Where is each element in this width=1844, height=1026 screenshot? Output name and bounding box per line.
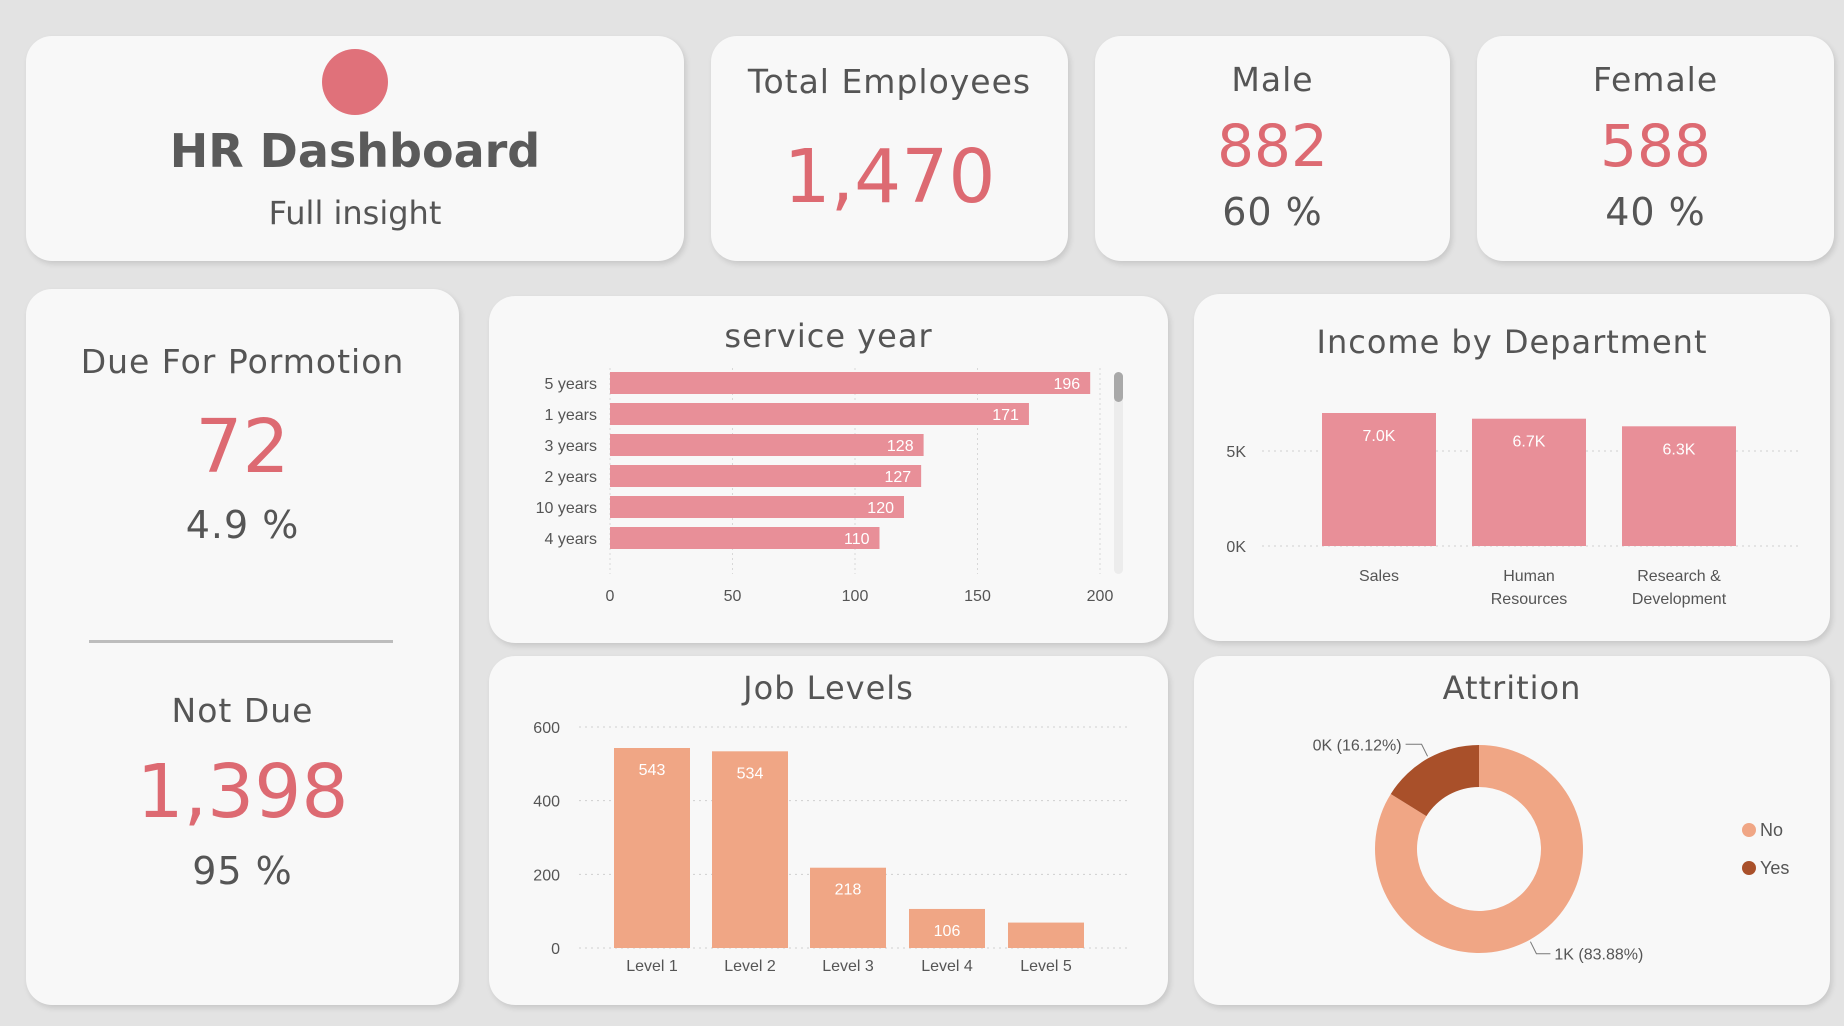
category-label: 2 years xyxy=(545,469,597,486)
job-levels-chart: 0 200 400 600 543 Level 1 534 Level 2 218 Level 3… xyxy=(533,720,1129,975)
x-tick-label: 200 xyxy=(1087,588,1114,605)
male-label: Male xyxy=(1231,60,1314,99)
female-label: Female xyxy=(1592,60,1719,99)
male-pct: 60 % xyxy=(1222,190,1323,234)
category-label: 4 years xyxy=(545,531,597,548)
category-label: 3 years xyxy=(545,438,597,455)
x-tick-label: 100 xyxy=(842,588,869,605)
category-label: Level 2 xyxy=(724,958,776,975)
header-card: HR Dashboard Full insight xyxy=(26,36,684,261)
x-tick-label: 0 xyxy=(606,588,615,605)
data-label: 196 xyxy=(1053,376,1080,393)
page-subtitle: Full insight xyxy=(268,194,442,232)
data-label-yes: 0K (16.12%) xyxy=(1313,737,1402,754)
not-due-label: Not Due xyxy=(171,691,314,730)
male-card: Male 882 60 % xyxy=(1095,36,1450,261)
legend-dot-no xyxy=(1742,823,1756,837)
data-label: 106 xyxy=(934,923,961,940)
scrollbar-thumb[interactable] xyxy=(1114,372,1123,402)
service-year-card: service year 0 50 100 150 200 5 years 196 1 yea… xyxy=(489,296,1168,643)
category-label: 5 years xyxy=(545,376,597,393)
y-tick-label: 0 xyxy=(551,941,560,958)
bar xyxy=(610,403,1029,425)
divider xyxy=(89,640,393,643)
category-label: 10 years xyxy=(536,500,597,517)
promotion-card: Due For Pormotion 72 4.9 % Not Due 1,398… xyxy=(26,289,459,1005)
y-tick-label: 0K xyxy=(1226,539,1246,556)
y-tick-label: 600 xyxy=(533,720,560,737)
income-card: Income by Department 0K 5K 7.0K Sales 6.7K Hu… xyxy=(1194,294,1830,641)
legend-item-yes[interactable]: Yes xyxy=(1742,858,1789,879)
total-employees-value: 1,470 xyxy=(783,134,996,220)
female-card: Female 588 40 % xyxy=(1477,36,1834,261)
due-pct: 4.9 % xyxy=(185,503,300,547)
legend-dot-yes xyxy=(1742,861,1756,875)
bar xyxy=(610,434,924,456)
category-label: 1 years xyxy=(545,407,597,424)
service-year-chart: 0 50 100 150 200 5 years 196 1 years 171 3 years 1… xyxy=(536,368,1114,605)
data-label: 543 xyxy=(639,762,666,779)
bar xyxy=(610,465,922,487)
legend-item-no[interactable]: No xyxy=(1742,820,1783,841)
data-label: 110 xyxy=(844,531,870,548)
leader-line xyxy=(1529,941,1551,955)
data-label: 171 xyxy=(992,407,1019,424)
category-label: Sales xyxy=(1359,568,1399,585)
attrition-chart: 1K (83.88%) 0K (16.12%) xyxy=(1313,737,1644,964)
data-label: 534 xyxy=(737,765,764,782)
male-value: 882 xyxy=(1217,112,1328,180)
data-label: 6.7K xyxy=(1513,434,1546,451)
category-label: Development xyxy=(1632,591,1727,608)
category-label: Level 4 xyxy=(921,958,973,975)
legend-label-no: No xyxy=(1760,820,1784,840)
y-tick-label: 200 xyxy=(533,867,560,884)
category-label: Research & xyxy=(1637,568,1721,585)
data-label: 127 xyxy=(884,469,911,486)
service-year-scrollbar[interactable] xyxy=(1114,372,1123,574)
data-label-no: 1K (83.88%) xyxy=(1554,947,1643,964)
bar xyxy=(1008,922,1084,948)
bar xyxy=(610,527,880,549)
female-value: 588 xyxy=(1600,112,1711,180)
data-label: 128 xyxy=(887,438,914,455)
data-label: 7.0K xyxy=(1363,428,1396,445)
logo-circle xyxy=(322,49,388,115)
bar xyxy=(610,496,904,518)
bar xyxy=(810,867,886,948)
category-label: Level 5 xyxy=(1020,958,1072,975)
female-pct: 40 % xyxy=(1605,190,1706,234)
page-title: HR Dashboard xyxy=(169,124,541,178)
total-employees-card: Total Employees 1,470 xyxy=(711,36,1068,261)
legend-label-yes: Yes xyxy=(1760,858,1790,878)
category-label: Level 3 xyxy=(822,958,874,975)
data-label: 120 xyxy=(867,500,894,517)
y-tick-label: 5K xyxy=(1226,444,1246,461)
x-tick-label: 50 xyxy=(724,588,742,605)
due-label: Due For Pormotion xyxy=(80,342,405,381)
category-label: Human xyxy=(1503,568,1555,585)
category-label: Level 1 xyxy=(626,958,678,975)
data-label: 6.3K xyxy=(1663,441,1696,458)
x-tick-label: 150 xyxy=(964,588,991,605)
not-due-pct: 95 % xyxy=(192,849,293,893)
not-due-value: 1,398 xyxy=(136,749,349,835)
total-employees-label: Total Employees xyxy=(747,62,1032,101)
income-chart: 0K 5K 7.0K Sales 6.7K Human Resources 6.3K Resea… xyxy=(1226,413,1798,608)
data-label: 218 xyxy=(835,882,862,899)
attrition-card: Attrition 1K (83.88%) 0K (16.12%) No Yes xyxy=(1194,656,1830,1005)
y-tick-label: 400 xyxy=(533,794,560,811)
due-value: 72 xyxy=(195,404,290,490)
category-label: Resources xyxy=(1491,591,1567,608)
job-levels-card: Job Levels 0 200 400 600 543 Level 1 534 Level … xyxy=(489,656,1168,1005)
bar xyxy=(610,372,1091,394)
leader-line xyxy=(1405,743,1429,757)
